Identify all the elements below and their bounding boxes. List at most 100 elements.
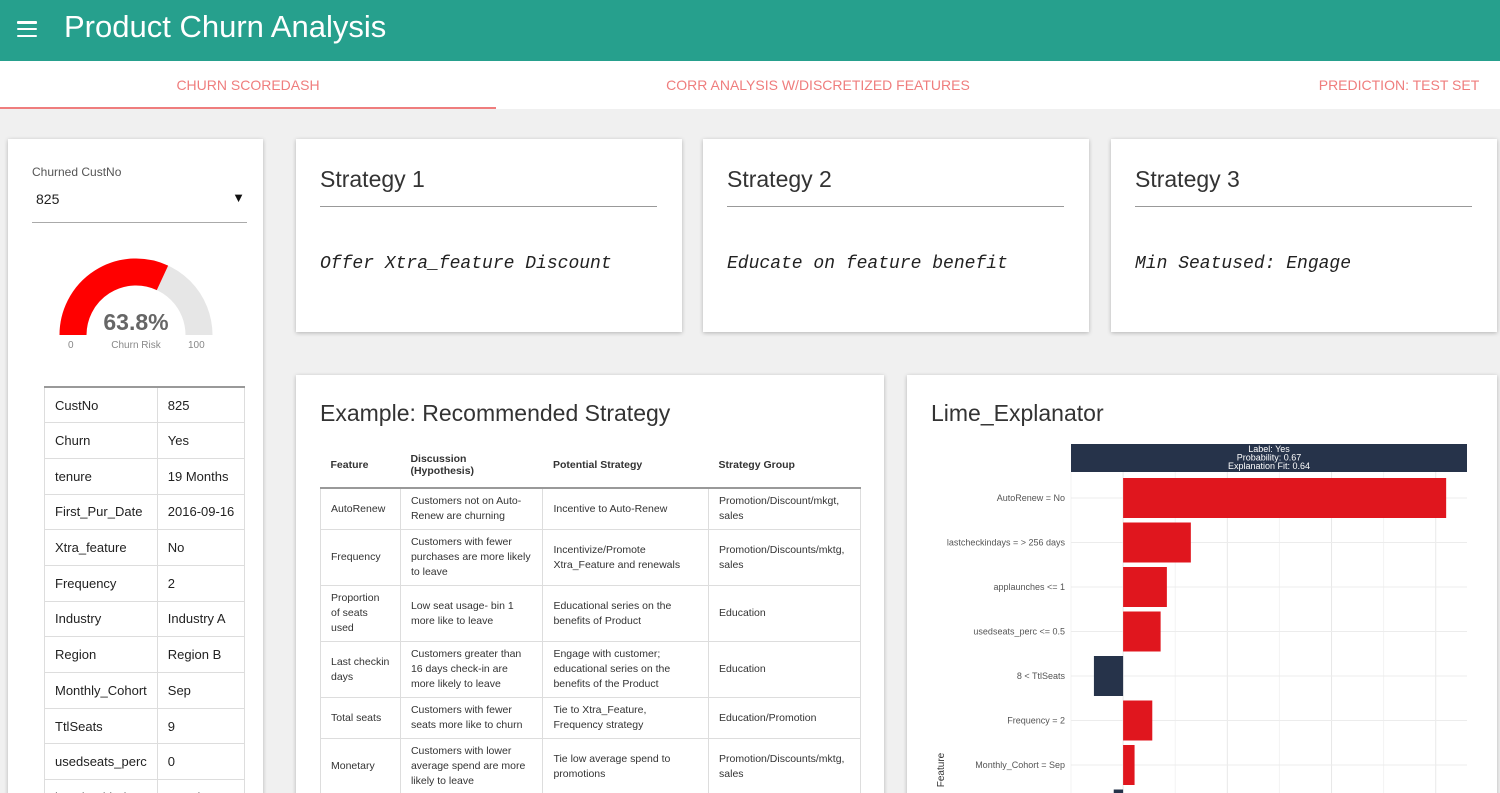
lime-explanation-card: Lime_Explanator Label: Yes Probability: 0…: [907, 375, 1497, 793]
recommended-strategy-title: Example: Recommended Strategy: [320, 400, 671, 426]
feature-tick-label: lastcheckindays = > 256 days: [947, 538, 1066, 548]
column-header: Potential Strategy: [542, 442, 709, 489]
lime-bar: [1123, 567, 1167, 607]
churn-risk-gauge: 63.8% Churn Risk 0 100: [54, 255, 214, 355]
detail-value: 2: [156, 564, 246, 602]
detail-row: Xtra_feature No: [44, 529, 246, 566]
detail-value: Industry A: [156, 600, 246, 638]
table-cell: Customers with fewer seats more like to …: [399, 697, 544, 739]
detail-value: 9: [156, 707, 246, 745]
table-cell: Incentive to Auto-Renew: [542, 487, 710, 530]
lime-bar: [1123, 522, 1191, 563]
customer-select[interactable]: 825 ▼: [32, 187, 247, 223]
recommended-strategy-table: Feature Discussion (Hypothesis) Potential …: [320, 442, 861, 793]
detail-key: Monthly_Cohort: [44, 672, 158, 709]
caret-down-icon: ▼: [232, 190, 245, 205]
table-cell: Education/Promotion: [708, 697, 861, 739]
detail-value: 825: [156, 386, 246, 424]
table-cell: Promotion/Discounts/mktg, sales: [708, 738, 861, 793]
feature-tick-label: Frequency = 2: [1007, 716, 1065, 726]
gauge-value: 63.8%: [103, 309, 169, 335]
strategy-text: Offer Xtra_feature Discount: [320, 254, 612, 274]
column-header: Feature: [320, 442, 401, 489]
table-row: Monetary Customers with lower average spe…: [320, 738, 861, 793]
detail-row: Churn Yes: [44, 422, 246, 459]
table-cell: Educational series on the benefits of Pr…: [542, 585, 710, 642]
lime-bar: [1123, 611, 1161, 652]
feature-tick-label: 8 < TtlSeats: [1017, 671, 1066, 681]
detail-value: Region B: [156, 636, 246, 673]
table-row: Total seats Customers with fewer seats mo…: [320, 697, 861, 739]
table-cell: Promotion/Discount/mkgt, sales: [708, 487, 861, 530]
lime-chart: Label: YesProbability: 0.67Explanation F…: [936, 444, 1467, 793]
table-cell: Customers with lower average spend are m…: [399, 738, 544, 793]
detail-key: Region: [44, 636, 158, 673]
detail-row: tenure 19 Months: [44, 457, 246, 495]
detail-row: lastcheckindays271 days: [44, 779, 246, 793]
detail-value: 19 Months: [156, 457, 246, 495]
detail-key: First_Pur_Date: [44, 493, 158, 531]
detail-row: Industry Industry A: [44, 600, 246, 638]
feature-tick-label: applaunches <= 1: [993, 582, 1065, 592]
divider: [727, 206, 1064, 207]
lime-bar: [1123, 700, 1153, 741]
table-cell: Monetary: [320, 738, 401, 793]
detail-row: TtlSeats 9: [44, 707, 246, 745]
tab-prediction-test-set[interactable]: PREDICTION: TEST SET: [1300, 61, 1498, 109]
table-cell: Incentivize/Promote Xtra_Feature and ren…: [542, 529, 710, 586]
strategy-text: Min Seatused: Engage: [1135, 254, 1352, 274]
customer-select-label: Churned CustNo: [32, 165, 122, 179]
strategy-card-3: Strategy 3 Min Seatused: Engage: [1111, 139, 1497, 332]
table-cell: Last checkin days: [320, 641, 401, 698]
detail-key: Industry: [44, 600, 158, 638]
app-header: Product Churn Analysis: [0, 0, 1500, 61]
detail-key: Frequency: [44, 564, 158, 602]
detail-row: Monthly_Cohort Sep: [44, 672, 246, 709]
column-header: Strategy Group: [708, 442, 861, 489]
detail-key: usedseats_perc: [44, 743, 158, 781]
tab-churn-scoredash[interactable]: CHURN SCOREDASH: [0, 61, 496, 109]
detail-row: Region Region B: [44, 636, 246, 673]
detail-value: 0: [156, 743, 246, 781]
table-cell: Tie low average spend to promotions: [542, 738, 710, 793]
divider: [320, 206, 657, 207]
column-header: Discussion (Hypothesis): [400, 442, 543, 489]
table-cell: Customers with fewer purchases are more …: [399, 529, 544, 586]
table-row: Frequency Customers with fewer purchases …: [320, 529, 861, 586]
table-cell: Engage with customer; educational series…: [542, 641, 710, 698]
detail-value: 2016-09-16: [156, 493, 246, 531]
detail-row: Frequency 2: [44, 564, 246, 602]
lime-bar: [1123, 478, 1447, 518]
detail-value: 271 days: [156, 779, 246, 793]
table-row: AutoRenew Customers not on Auto-Renew are…: [320, 487, 861, 530]
detail-value: Yes: [156, 422, 246, 459]
tab-corr-analysis[interactable]: CORR ANALYSIS W/DISCRETIZED FEATURES: [570, 61, 1066, 109]
detail-value: Sep: [156, 672, 246, 709]
detail-value: No: [156, 529, 246, 566]
table-cell: Frequency: [320, 529, 401, 586]
detail-row: CustNo 825: [44, 386, 246, 424]
y-axis-label: Feature: [936, 752, 947, 787]
feature-tick-label: AutoRenew = No: [997, 493, 1065, 503]
lime-bar: [1113, 789, 1124, 793]
table-cell: Education: [708, 585, 861, 642]
detail-key: TtlSeats: [44, 707, 158, 745]
strategy-title: Strategy 1: [320, 166, 425, 192]
strategy-card-2: Strategy 2 Educate on feature benefit: [703, 139, 1089, 332]
table-cell: Total seats: [320, 697, 401, 739]
customer-details-table: CustNo 825 Churn Yes tenure 19 Months First_Pu…: [44, 386, 246, 793]
active-tab-indicator: [0, 107, 496, 109]
detail-row: usedseats_perc 0: [44, 743, 246, 781]
table-cell: Customers greater than 16 days check-in …: [399, 641, 544, 698]
table-cell: Proportion of seats used: [320, 585, 401, 642]
gauge-min: 0: [68, 340, 74, 351]
detail-key: lastcheckindays: [44, 779, 158, 793]
table-cell: Customers not on Auto-Renew are churning: [399, 487, 544, 530]
customer-panel: Churned CustNo 825 ▼ 63.8% Churn Risk 0 …: [8, 139, 263, 793]
customer-select-value: 825: [36, 191, 60, 207]
hamburger-menu-icon[interactable]: [17, 21, 37, 38]
table-cell: Tie to Xtra_Feature, Frequency strategy: [542, 697, 710, 739]
table-cell: Low seat usage- bin 1 more like to leave: [399, 585, 544, 642]
table-cell: Education: [708, 641, 861, 698]
lime-bar: [1123, 745, 1135, 785]
